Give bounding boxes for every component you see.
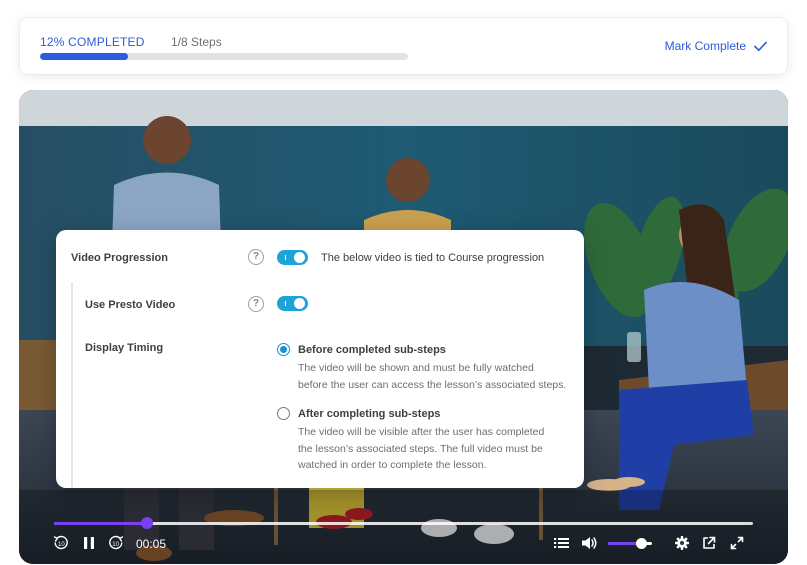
video-progression-label: Video Progression — [71, 252, 168, 264]
volume-handle[interactable] — [636, 538, 647, 549]
use-presto-video-label: Use Presto Video — [85, 299, 176, 311]
course-progress-card: 12% COMPLETED 1/8 Steps Mark Complete — [20, 18, 787, 74]
use-presto-video-toggle[interactable] — [277, 296, 308, 311]
description-line: The video will be shown and must be full… — [298, 362, 534, 374]
svg-text:10: 10 — [58, 542, 65, 548]
description-line: before the user can access the lesson’s … — [298, 378, 567, 391]
before-completed-radio[interactable] — [277, 343, 290, 356]
before-completed-title: Before completed sub-steps — [298, 344, 446, 356]
progress-bar — [40, 53, 408, 60]
video-player[interactable]: Video Progression ? The below video is t… — [19, 90, 788, 564]
progress-steps-label: 1/8 Steps — [171, 35, 222, 49]
seek-handle[interactable] — [140, 517, 153, 529]
progress-bar-fill — [40, 53, 129, 60]
progress-percent-label: 12% COMPLETED — [40, 35, 145, 49]
toggle-knob — [294, 298, 305, 309]
svg-text:10: 10 — [112, 542, 119, 548]
seek-bar-played — [54, 522, 147, 525]
description-line: watched in order to complete the lesson. — [298, 459, 487, 471]
after-completing-radio[interactable] — [277, 407, 290, 420]
mark-complete-label: Mark Complete — [664, 39, 746, 53]
video-progression-description: The below video is tied to Course progre… — [321, 252, 545, 264]
forward-10-icon[interactable]: 10 — [108, 535, 124, 551]
list-icon[interactable] — [554, 536, 569, 550]
description-line: the lesson’s associated steps. The full … — [298, 442, 543, 455]
volume-icon[interactable] — [581, 535, 598, 551]
before-completed-description: The video will be shown and must be full… — [298, 360, 583, 393]
checkmark-icon — [754, 41, 767, 51]
rewind-10-icon[interactable]: 10 — [53, 535, 69, 551]
current-time: 00:05 — [136, 537, 167, 551]
video-progression-toggle[interactable] — [277, 250, 308, 265]
video-settings-panel: Video Progression ? The below video is t… — [56, 230, 584, 488]
fullscreen-icon[interactable] — [730, 536, 744, 550]
seek-bar[interactable] — [54, 517, 753, 529]
popout-icon[interactable] — [702, 536, 716, 550]
toggle-on-mark — [285, 301, 286, 306]
toggle-knob — [294, 252, 305, 263]
gear-icon[interactable] — [675, 536, 689, 550]
description-line: The video will be visible after the user… — [298, 426, 545, 438]
toggle-on-mark — [285, 255, 286, 260]
volume-slider[interactable] — [608, 538, 652, 549]
pause-icon[interactable] — [82, 536, 96, 550]
video-progression-help-icon[interactable]: ? — [248, 249, 264, 265]
use-presto-help-icon[interactable]: ? — [248, 296, 264, 312]
after-completing-title: After completing sub-steps — [298, 408, 441, 420]
after-completing-description: The video will be visible after the user… — [298, 424, 578, 474]
mark-complete-button[interactable]: Mark Complete — [665, 39, 767, 53]
display-timing-label: Display Timing — [85, 342, 164, 354]
indent-divider — [71, 282, 73, 488]
